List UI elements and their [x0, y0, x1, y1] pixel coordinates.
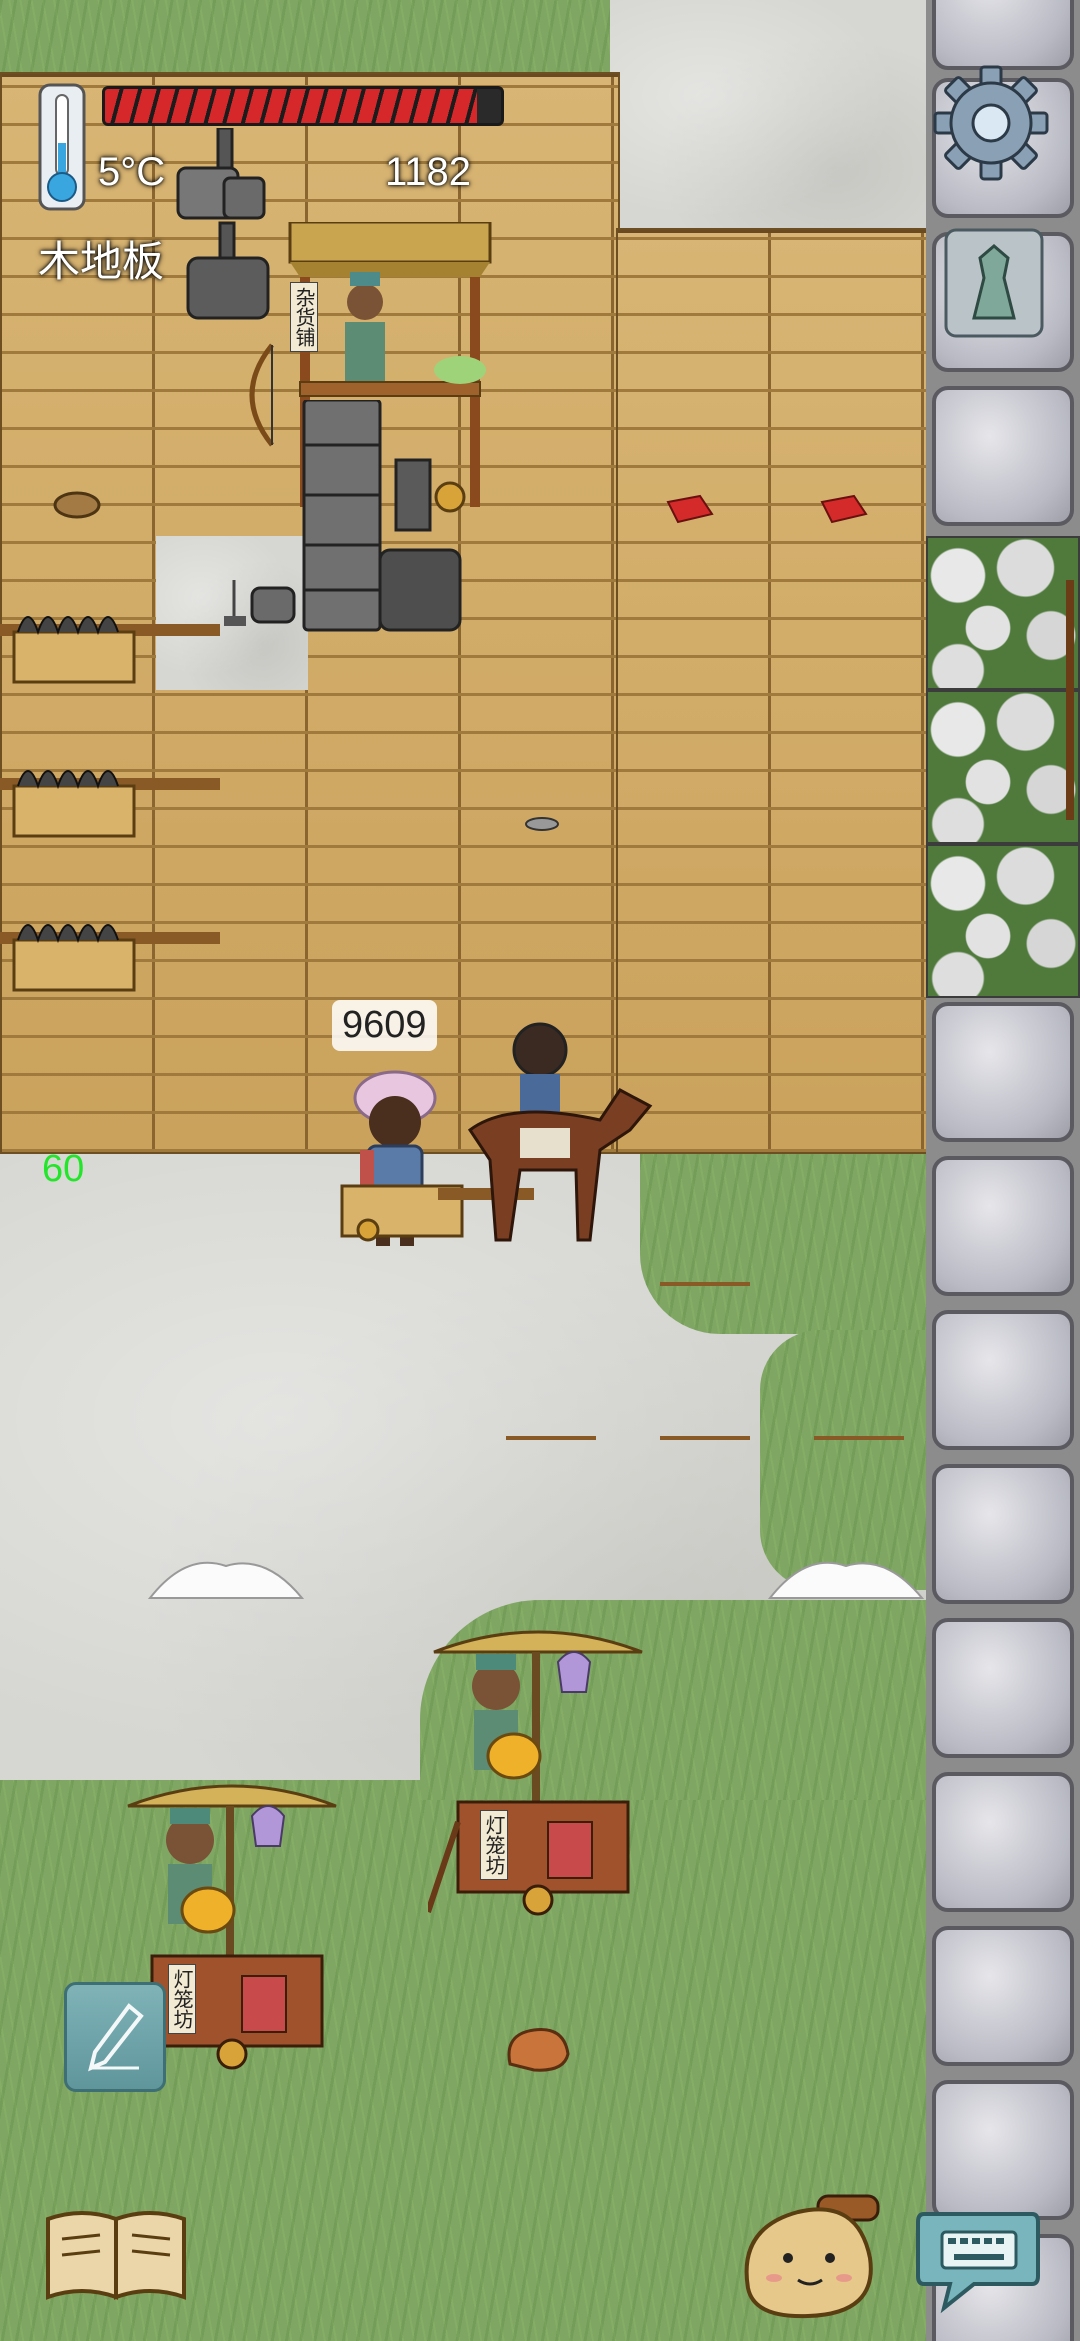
stone-block: [932, 1310, 1074, 1450]
iron-machine[interactable]: [168, 126, 278, 333]
bow-item[interactable]: [232, 340, 292, 455]
clay-lump[interactable]: [504, 2024, 574, 2079]
rider-on-horse[interactable]: [450, 1010, 660, 1265]
shop-sign-edge: [1060, 580, 1080, 825]
settings-button[interactable]: [932, 64, 1050, 182]
food-bar: [102, 86, 504, 126]
stone-block: [932, 1618, 1074, 1758]
stone-block: [932, 2080, 1074, 2220]
lantern-vendor-cart[interactable]: 灯笼坊: [425, 1622, 648, 1927]
emote-button[interactable]: [738, 2188, 888, 2328]
book-icon: [46, 2211, 186, 2300]
tech-book-button[interactable]: [42, 2205, 190, 2305]
stone-block: [932, 1772, 1074, 1912]
stick-item[interactable]: [660, 1430, 750, 1448]
stone-block: [932, 1464, 1074, 1604]
write-note-button[interactable]: [64, 1982, 166, 2092]
stone-block: [932, 386, 1074, 526]
anvil-item[interactable]: [222, 580, 302, 645]
flint-item[interactable]: [524, 816, 560, 837]
shelf-iron-goods[interactable]: [0, 750, 220, 845]
dirt-area: [610, 0, 930, 240]
family-tree-icon: [944, 228, 1044, 338]
stick-item[interactable]: [660, 1276, 750, 1294]
fps-counter: 60: [42, 1148, 85, 1190]
snow-pile[interactable]: [146, 1552, 306, 1607]
player-speech-bubble: 9609: [332, 1000, 437, 1051]
red-paper-item[interactable]: [818, 494, 868, 529]
stick-item[interactable]: [506, 1430, 596, 1448]
cobblestone-tile: [926, 844, 1080, 998]
wooden-floor[interactable]: [616, 228, 928, 1154]
temperature-label: 5°C: [98, 150, 166, 194]
pencil-icon: [88, 2003, 144, 2072]
shelf-iron-goods[interactable]: [0, 904, 220, 999]
general-store-sign: 杂货铺: [290, 282, 318, 352]
cobblestone-tile: [926, 690, 1080, 844]
tile-name-label: 木地板: [38, 238, 165, 285]
stone-block: [932, 1926, 1074, 2066]
grass-area: [760, 1330, 930, 1590]
shelf-iron-goods[interactable]: [0, 596, 220, 691]
chat-keyboard-button[interactable]: [914, 2204, 1042, 2316]
stone-pillar[interactable]: [300, 398, 470, 645]
grass-area: [640, 1154, 930, 1334]
gear-icon: [933, 65, 1049, 181]
cobblestone-tile: [926, 536, 1080, 690]
stick-item[interactable]: [814, 1430, 904, 1448]
snow-pile[interactable]: [766, 1552, 926, 1607]
lantern-shop-sign: 灯笼坊: [168, 1964, 196, 2034]
score-label: 1182: [385, 150, 472, 194]
keyboard-chat-icon: [916, 2212, 1040, 2314]
lantern-shop-sign: 灯笼坊: [480, 1810, 508, 1880]
stone-block: [932, 1156, 1074, 1296]
food-bar-fill: [105, 89, 478, 123]
emote-face-icon: [744, 2207, 873, 2319]
stone-block: [932, 1002, 1074, 1142]
bowl-item[interactable]: [52, 490, 102, 525]
family-tree-button[interactable]: [944, 228, 1044, 338]
stone-block: [932, 0, 1074, 70]
red-paper-item[interactable]: [664, 494, 714, 529]
thermometer-icon: [38, 83, 86, 213]
